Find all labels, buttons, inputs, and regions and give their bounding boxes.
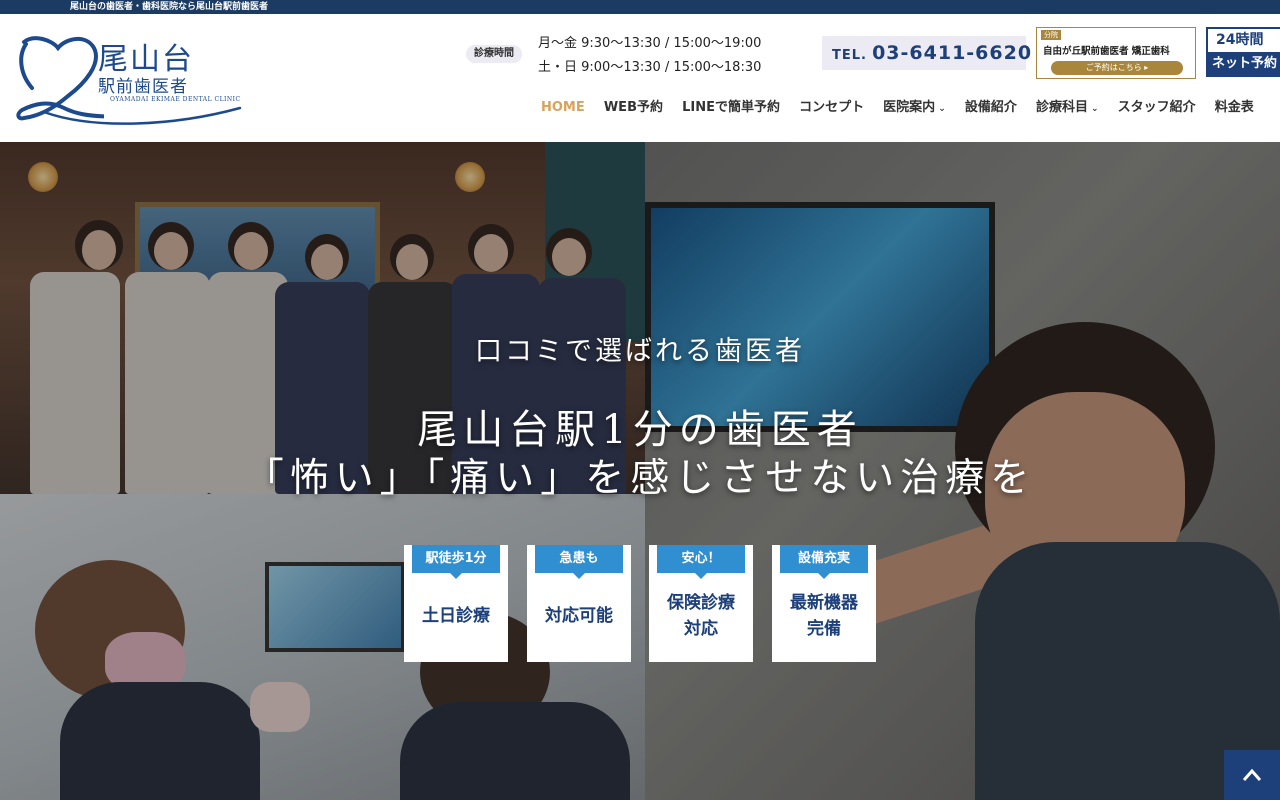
topbar-text: 尾山台の歯医者・歯科医院なら尾山台駅前歯医者 [70,2,269,12]
tel-prefix: TEL. [832,48,867,63]
feature-badge-weekend: 駅徒歩1分 土日診療 [404,545,508,662]
topbar: 尾山台の歯医者・歯科医院なら尾山台駅前歯医者 [0,0,1280,14]
net-line1: 24時間 [1216,32,1264,48]
nav-line-reserve[interactable]: LINEで簡単予約 [682,98,780,118]
badge-main: 対応可能 [545,606,613,626]
chevron-down-icon: ⌄ [938,104,946,114]
online-reservation-banner[interactable]: 24時間 ネット予約 [1206,27,1280,77]
net-line2: ネット予約 [1208,52,1280,75]
logo-english-text: OYAMADAI EKIMAE DENTAL CLINIC [110,96,241,103]
hero-section: 口コミで選ばれる歯医者 尾山台駅1分の歯医者 「怖い」「痛い」を感じさせない治療… [0,142,1280,800]
branch-reserve-button[interactable]: ご予約はこちら ▸ [1051,61,1183,75]
hours-info: 月～金 9:30～13:30 / 15:00～19:00 土・日 9:00～13… [538,32,761,80]
nav-home[interactable]: HOME [541,98,585,118]
main-nav: HOME WEB予約 LINEで簡単予約 コンセプト 医院案内 ⌄ 設備紹介 診療… [541,96,1268,116]
nav-staff[interactable]: スタッフ紹介 [1118,98,1196,118]
chevron-down-icon: ⌄ [1090,104,1099,114]
clinic-logo[interactable]: 尾山台 駅前歯医者 OYAMADAI EKIMAE DENTAL CLINIC [14,34,244,125]
branch-tag: 分院 [1041,30,1061,40]
feature-badge-equipment: 設備充実 最新機器 完備 [772,545,876,662]
hero-catch-3: 「怖い」「痛い」を感じさせない治療を [244,456,1036,501]
badge-tag: 設備充実 [780,545,868,579]
badge-tag: 駅徒歩1分 [412,545,500,579]
badge-main: 土日診療 [422,606,490,626]
badge-tag: 急患も [535,545,623,579]
nav-treatments[interactable]: 診療科目 ⌄ [1036,98,1099,119]
badge-main: 保険診療 対応 [667,593,735,639]
hours-weekend: 土・日 9:00～13:30 / 15:00～18:30 [538,60,762,75]
nav-equipment[interactable]: 設備紹介 [965,98,1017,118]
branch-text: 自由が丘駅前歯医者 矯正歯科 [1043,46,1170,57]
badge-main: 最新機器 完備 [790,593,858,639]
badge-tag: 安心！ [657,545,745,579]
nav-concept[interactable]: コンセプト [799,98,864,118]
tel-number: 03-6411-6620 [872,42,1033,64]
scroll-to-top-button[interactable] [1224,750,1280,800]
feature-badge-insurance: 安心！ 保険診療 対応 [649,545,753,662]
orthodontic-branch-banner[interactable]: 分院 自由が丘駅前歯医者 矯正歯科 ご予約はこちら ▸ [1036,27,1196,79]
nav-web-reserve[interactable]: WEB予約 [604,98,663,118]
hero-catch-1: 口コミで選ばれる歯医者 [475,336,805,367]
chevron-up-icon [1242,762,1262,787]
nav-pricing[interactable]: 料金表 [1215,98,1254,118]
phone-number[interactable]: TEL. 03-6411-6620 [822,36,1031,70]
logo-sub-text: 駅前歯医者 [98,77,188,97]
hours-weekday: 月～金 9:30～13:30 / 15:00～19:00 [538,36,762,51]
header: 尾山台 駅前歯医者 OYAMADAI EKIMAE DENTAL CLINIC … [0,14,1280,142]
nav-clinic-info[interactable]: 医院案内 ⌄ [883,98,946,119]
feature-badge-emergency: 急患も 対応可能 [527,545,631,662]
hours-label: 診療時間 [466,45,522,63]
